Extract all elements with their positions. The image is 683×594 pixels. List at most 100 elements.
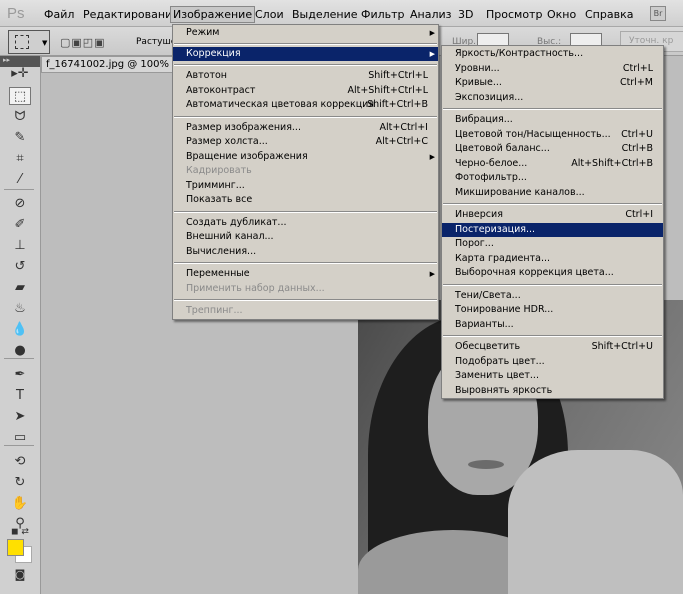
submenu-arrow-icon: ▶ (429, 49, 435, 58)
bridge-button[interactable]: Br (650, 6, 666, 21)
selection-mode-buttons[interactable]: ▢▣◰▣ (60, 36, 106, 49)
menu-item-label: Инверсия (455, 209, 503, 220)
menu-help[interactable]: Справка (583, 7, 635, 22)
menu-layers[interactable]: Слои (253, 7, 286, 22)
menu-item-выборочная-коррекция-цвета[interactable]: Выборочная коррекция цвета... (442, 266, 663, 281)
menu-item-создать-дубликат[interactable]: Создать дубликат... (173, 216, 438, 231)
menu-item-яркость-контрастность[interactable]: Яркость/Контрастность... (442, 47, 663, 62)
submenu-arrow-icon: ▶ (429, 152, 435, 161)
history-brush-tool-icon[interactable]: ↺ (9, 258, 31, 276)
menu-item-размер-холста[interactable]: Размер холста... Alt+Ctrl+C (173, 135, 438, 150)
menu-item-label: Автотон (186, 70, 228, 81)
menu-item-label: Создать дубликат... (186, 216, 287, 228)
3d-rotate-tool-icon[interactable]: ⟲ (9, 453, 31, 471)
eraser-tool-icon[interactable]: ▰ (9, 279, 31, 297)
menu-item-фотофильтр[interactable]: Фотофильтр... (442, 171, 663, 186)
menu-item-постеризация[interactable]: Постеризация... (442, 222, 663, 237)
toolbox-divider (4, 358, 34, 359)
menu-item-уровни[interactable]: Уровни... Ctrl+L (442, 62, 663, 77)
eyedropper-tool-icon[interactable]: ⁄ (9, 171, 31, 189)
document-tab[interactable]: f_16741002.jpg @ 100% (G (41, 56, 181, 73)
type-tool-icon[interactable]: T (9, 387, 31, 405)
menu-bar: Ps Файл Редактирование Изображение Слои … (0, 0, 683, 27)
menu-file[interactable]: Файл (42, 7, 76, 22)
toolbox-divider (4, 445, 34, 446)
shortcut-label: Ctrl+I (625, 209, 653, 220)
healing-tool-icon[interactable]: ⊘ (9, 195, 31, 213)
menu-item-карта-градиента[interactable]: Карта градиента... (442, 252, 663, 267)
menu-image[interactable]: Изображение (170, 6, 256, 23)
menu-item-тени-света[interactable]: Тени/Света... (442, 289, 663, 304)
path-select-tool-icon[interactable]: ➤ (9, 408, 31, 426)
menu-item-автоконтраст[interactable]: Автоконтраст Alt+Shift+Ctrl+L (173, 84, 438, 99)
menu-item-обесцветить[interactable]: Обесцветить Shift+Ctrl+U (442, 340, 663, 355)
3d-orbit-tool-icon[interactable]: ↻ (9, 474, 31, 492)
menu-item-label: Обесцветить (455, 341, 521, 352)
menu-item-label: Кадрировать (186, 165, 252, 176)
pen-tool-icon[interactable]: ✒ (9, 366, 31, 384)
menu-separator (442, 332, 663, 340)
shortcut-label: Shift+Ctrl+L (368, 70, 428, 81)
menu-item-цветовой-баланс[interactable]: Цветовой баланс... Ctrl+B (442, 142, 663, 157)
menu-item-коррекция[interactable]: Коррекция ▶ (173, 46, 438, 61)
menu-3d[interactable]: 3D (456, 7, 475, 22)
menu-item-микширование-каналов[interactable]: Микширование каналов... (442, 186, 663, 201)
shortcut-label: Shift+Ctrl+B (367, 99, 428, 110)
crop-tool-icon[interactable]: ⌗ (9, 150, 31, 168)
menu-item-тонирование-hdr[interactable]: Тонирование HDR... (442, 303, 663, 318)
menu-separator (173, 296, 438, 304)
menu-item-label: Тримминг... (186, 179, 245, 191)
quick-mask-icon[interactable]: ◙ (9, 566, 31, 584)
menu-item-выровнять-яркость[interactable]: Выровнять яркость (442, 384, 663, 399)
menu-item-автотон[interactable]: Автотон Shift+Ctrl+L (173, 69, 438, 84)
menu-item-вращение-изображения[interactable]: Вращение изображения ▶ (173, 150, 438, 165)
foreground-color-swatch[interactable] (7, 539, 24, 556)
menu-item-label: Автоконтраст (186, 84, 256, 96)
menu-item-подобрать-цвет[interactable]: Подобрать цвет... (442, 355, 663, 370)
bucket-tool-icon[interactable]: ♨ (9, 300, 31, 318)
menu-item-порог[interactable]: Порог... (442, 237, 663, 252)
menu-item-показать-все[interactable]: Показать все (173, 193, 438, 208)
stamp-tool-icon[interactable]: ⊥ (9, 237, 31, 255)
move-tool-icon[interactable]: ▸✛ (9, 65, 31, 83)
menu-item-label: Автоматическая цветовая коррекция (186, 99, 375, 110)
menu-item-заменить-цвет[interactable]: Заменить цвет... (442, 369, 663, 384)
brush-tool-icon[interactable]: ✐ (9, 216, 31, 234)
menu-item-внешний-канал[interactable]: Внешний канал... (173, 230, 438, 245)
menu-item-label: Порог... (455, 238, 494, 249)
menu-item-экспозиция[interactable]: Экспозиция... (442, 91, 663, 106)
shortcut-label: Ctrl+L (622, 62, 653, 74)
menu-item-label: Постеризация... (455, 223, 536, 235)
lasso-tool-icon[interactable]: ᗢ (9, 108, 31, 126)
chevron-down-icon: ▼ (42, 39, 48, 47)
blur-tool-icon[interactable]: 💧 (9, 321, 31, 339)
menu-edit[interactable]: Редактирование (81, 7, 181, 22)
quick-select-tool-icon[interactable]: ✎ (9, 129, 31, 147)
shortcut-label: Alt+Ctrl+I (379, 121, 429, 133)
menu-item-кривые[interactable]: Кривые... Ctrl+M (442, 76, 663, 91)
menu-item-label: Фотофильтр... (455, 172, 527, 183)
menu-item-черно-белое[interactable]: Черно-белое... Alt+Shift+Ctrl+B (442, 157, 663, 172)
menu-filter[interactable]: Фильтр (359, 7, 407, 22)
menu-item-варианты[interactable]: Варианты... (442, 318, 663, 333)
tool-preset-picker[interactable]: ▼ (8, 30, 50, 54)
menu-view[interactable]: Просмотр (484, 7, 544, 22)
menu-window[interactable]: Окно (545, 7, 578, 22)
menu-item-label: Режим (186, 27, 220, 38)
menu-item-автоматическая-цветовая-коррекция[interactable]: Автоматическая цветовая коррекция Shift+C… (173, 98, 438, 113)
menu-separator (173, 259, 438, 267)
menu-item-режим[interactable]: Режим ▶ (173, 26, 438, 41)
submenu-arrow-icon: ▶ (429, 270, 435, 278)
menu-item-размер-изображения[interactable]: Размер изображения... Alt+Ctrl+I (173, 121, 438, 136)
menu-item-переменные[interactable]: Переменные ▶ (173, 267, 438, 282)
marquee-tool-icon[interactable]: ⬚ (9, 87, 31, 105)
menu-item-инверсия[interactable]: Инверсия Ctrl+I (442, 208, 663, 223)
menu-analysis[interactable]: Анализ (408, 7, 454, 22)
menu-select[interactable]: Выделение (290, 7, 360, 22)
menu-item-тримминг[interactable]: Тримминг... (173, 179, 438, 194)
menu-item-вибрация[interactable]: Вибрация... (442, 113, 663, 128)
menu-item-label: Выровнять яркость (455, 384, 553, 396)
menu-item-цветовой-тон-насыщенность[interactable]: Цветовой тон/Насыщенность... Ctrl+U (442, 128, 663, 143)
menu-item-вычисления[interactable]: Вычисления... (173, 245, 438, 260)
hand-tool-icon[interactable]: ✋ (9, 495, 31, 513)
